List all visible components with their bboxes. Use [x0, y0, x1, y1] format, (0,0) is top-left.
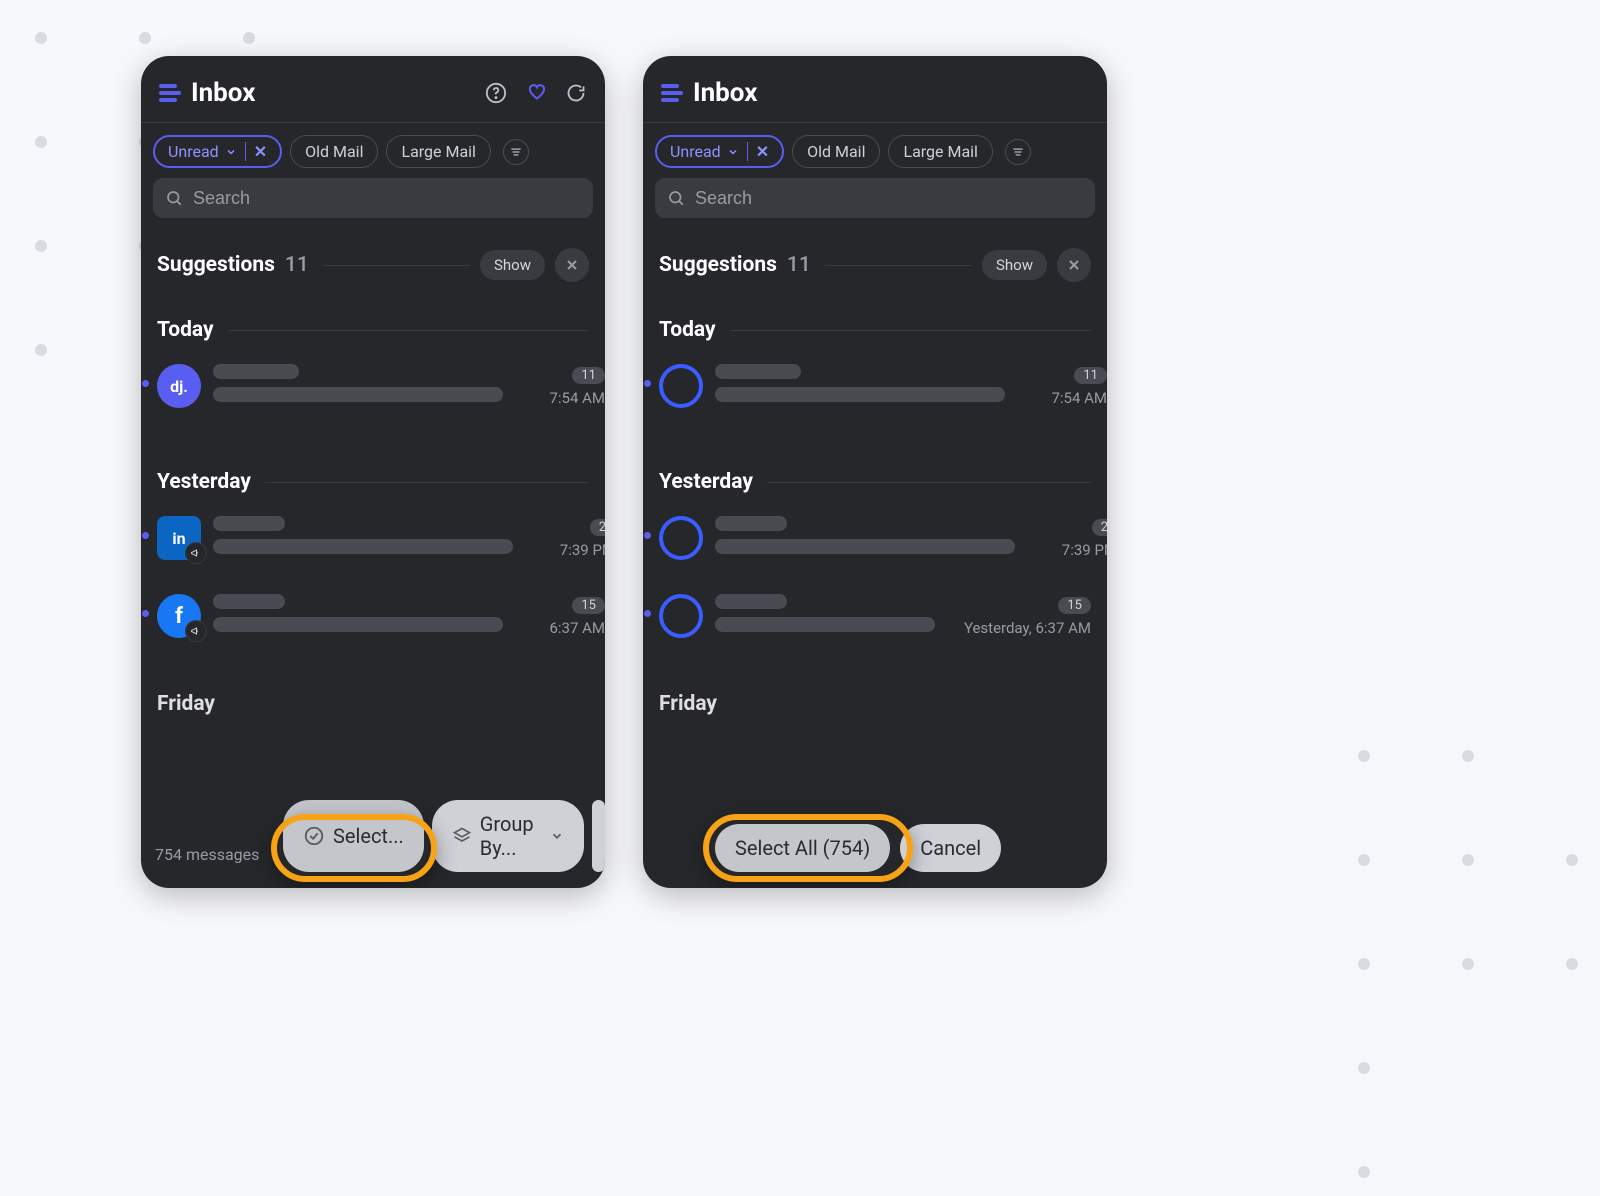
suggestions-label: Suggestions	[659, 253, 777, 277]
search-icon	[667, 189, 685, 207]
megaphone-icon	[185, 542, 207, 564]
thread-count-badge: 15	[572, 597, 605, 614]
message-row[interactable]: 11 7:54 AM	[659, 350, 1091, 414]
panel-header: Inbox	[643, 56, 1107, 122]
message-row[interactable]: in 2 7:39 PM	[157, 502, 589, 566]
filter-large-mail[interactable]: Large Mail	[386, 135, 490, 168]
suggestions-close-button[interactable]	[555, 248, 589, 282]
message-row[interactable]: f 15 6:37 AM	[157, 566, 589, 644]
selection-circle[interactable]	[659, 516, 703, 560]
group-yesterday: Yesterday	[157, 470, 251, 494]
avatar: dj.	[157, 364, 201, 408]
message-row[interactable]: 2 7:39 PM	[659, 502, 1091, 566]
suggestions-show-button[interactable]: Show	[982, 250, 1047, 280]
group-today: Today	[659, 318, 716, 342]
message-time: Yesterday, 6:37 AM	[964, 619, 1091, 637]
suggestions-label: Suggestions	[157, 253, 275, 277]
overflow-button[interactable]	[592, 800, 605, 872]
group-by-button[interactable]: Group By...	[432, 800, 584, 872]
filter-row: Unread ✕ Old Mail Large Mail	[141, 123, 605, 178]
message-row[interactable]: 15 Yesterday, 6:37 AM	[659, 566, 1091, 644]
cancel-button[interactable]: Cancel	[900, 824, 1001, 872]
suggestions-count: 11	[787, 253, 811, 277]
thread-count-badge: 11	[1074, 367, 1107, 384]
thread-count-badge: 2	[590, 519, 605, 536]
selection-circle[interactable]	[659, 364, 703, 408]
message-time: 7:54 AM	[549, 389, 605, 407]
heart-icon[interactable]	[525, 82, 547, 104]
panel-header: Inbox	[141, 56, 605, 122]
search-icon	[165, 189, 183, 207]
filter-unread[interactable]: Unread ✕	[153, 135, 282, 168]
message-time: 7:39 PM	[1062, 541, 1107, 559]
suggestions-show-button[interactable]: Show	[480, 250, 545, 280]
filter-large-mail[interactable]: Large Mail	[888, 135, 992, 168]
thread-count-badge: 2	[1092, 519, 1107, 536]
message-count: 754 messages	[155, 845, 259, 864]
filter-settings-icon[interactable]	[1005, 139, 1031, 165]
avatar: in	[157, 516, 201, 560]
search-input[interactable]	[193, 188, 581, 209]
filter-unread[interactable]: Unread ✕	[655, 135, 784, 168]
chevron-down-icon	[225, 146, 237, 158]
group-friday: Friday	[157, 692, 215, 716]
app-logo-icon	[159, 84, 181, 102]
filter-unread-label: Unread	[168, 142, 219, 161]
unread-dot-icon	[644, 380, 651, 387]
unread-dot-icon	[142, 532, 149, 539]
thread-count-badge: 11	[572, 367, 605, 384]
unread-dot-icon	[644, 610, 651, 617]
filter-clear-icon[interactable]: ✕	[747, 142, 769, 161]
layers-icon	[452, 826, 472, 846]
chevron-down-icon	[550, 829, 564, 843]
filter-old-mail[interactable]: Old Mail	[792, 135, 880, 168]
filter-old-mail[interactable]: Old Mail	[290, 135, 378, 168]
app-logo-icon	[661, 84, 683, 102]
inbox-panel-left: Inbox Unread ✕ Old	[141, 56, 605, 888]
avatar: f	[157, 594, 201, 638]
refresh-icon[interactable]	[565, 82, 587, 104]
select-button[interactable]: Select...	[283, 800, 424, 872]
suggestions-close-button[interactable]	[1057, 248, 1091, 282]
message-row[interactable]: dj. 11 7:54 AM	[157, 350, 589, 414]
search-input-container[interactable]	[655, 178, 1095, 218]
group-yesterday: Yesterday	[659, 470, 753, 494]
message-time: 6:37 AM	[549, 619, 605, 637]
help-icon[interactable]	[485, 82, 507, 104]
group-friday: Friday	[659, 692, 717, 716]
select-all-button[interactable]: Select All (754)	[715, 824, 890, 872]
search-input-container[interactable]	[153, 178, 593, 218]
thread-count-badge: 15	[1058, 597, 1091, 614]
selection-circle[interactable]	[659, 594, 703, 638]
chevron-down-icon	[727, 146, 739, 158]
message-time: 7:39 PM	[560, 541, 605, 559]
search-input[interactable]	[695, 188, 1083, 209]
page-title: Inbox	[191, 78, 485, 108]
unread-dot-icon	[142, 610, 149, 617]
filter-clear-icon[interactable]: ✕	[245, 142, 267, 161]
filter-settings-icon[interactable]	[503, 139, 529, 165]
unread-dot-icon	[142, 380, 149, 387]
megaphone-icon	[185, 620, 207, 642]
unread-dot-icon	[644, 532, 651, 539]
check-circle-icon	[303, 825, 325, 847]
suggestions-count: 11	[285, 253, 309, 277]
filter-row: Unread ✕ Old Mail Large Mail	[643, 123, 1107, 178]
group-today: Today	[157, 318, 214, 342]
inbox-panel-right: Inbox Unread ✕ Old Mail Large Mail	[643, 56, 1107, 888]
message-time: 7:54 AM	[1051, 389, 1107, 407]
page-title: Inbox	[693, 78, 1089, 108]
filter-unread-label: Unread	[670, 142, 721, 161]
